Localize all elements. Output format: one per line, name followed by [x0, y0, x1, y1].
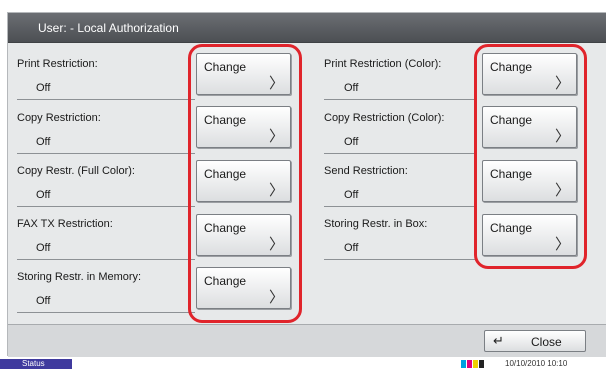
toner-cyan	[461, 360, 466, 368]
restriction-label: Storing Restr. in Memory:	[17, 271, 142, 283]
page-title: User: - Local Authorization	[38, 21, 179, 35]
restriction-value: Off	[36, 189, 51, 201]
restriction-value: Off	[344, 242, 359, 254]
toner-level-icon	[461, 360, 491, 368]
row-divider	[17, 206, 195, 207]
restriction-value: Off	[344, 189, 359, 201]
restriction-label: Copy Restriction (Color):	[324, 112, 445, 124]
restriction-value: Off	[344, 82, 359, 94]
restriction-label: Storing Restr. in Box:	[324, 218, 428, 230]
status-button[interactable]: Status	[0, 359, 72, 369]
datetime: 10/10/2010 10:10	[505, 359, 568, 368]
row-divider	[17, 153, 195, 154]
toner-yellow	[473, 360, 478, 368]
row-divider	[324, 206, 477, 207]
highlight-outline-left	[188, 44, 302, 323]
restriction-value: Off	[344, 136, 359, 148]
restriction-value: Off	[36, 136, 51, 148]
toner-magenta	[467, 360, 472, 368]
highlight-outline-right	[474, 44, 587, 269]
restriction-label: Print Restriction (Color):	[324, 58, 442, 70]
toner-black	[479, 360, 484, 368]
restriction-value: Off	[36, 242, 51, 254]
row-divider	[324, 259, 477, 260]
close-button-label: Close	[531, 335, 562, 349]
row-divider	[324, 99, 477, 100]
close-button[interactable]: ↵ Close	[484, 330, 586, 352]
row-divider	[17, 99, 195, 100]
status-bar: Status 10/10/2010 10:10	[0, 359, 606, 369]
local-authorization-panel: User: - Local Authorization Print Restri…	[7, 12, 606, 357]
restriction-label: Print Restriction:	[17, 58, 98, 70]
footer-bar: ↵ Close	[8, 324, 606, 357]
restriction-label: FAX TX Restriction:	[17, 218, 113, 230]
header-bar: User: - Local Authorization	[8, 13, 606, 43]
return-arrow-icon: ↵	[493, 334, 504, 349]
status-label: Status	[22, 359, 45, 368]
row-divider	[17, 312, 195, 313]
restriction-label: Copy Restriction:	[17, 112, 101, 124]
row-divider	[17, 259, 195, 260]
restriction-value: Off	[36, 82, 51, 94]
restriction-label: Send Restriction:	[324, 165, 408, 177]
screen: User: - Local Authorization Print Restri…	[0, 0, 606, 369]
row-divider	[324, 153, 477, 154]
restriction-value: Off	[36, 295, 51, 307]
restriction-label: Copy Restr. (Full Color):	[17, 165, 135, 177]
